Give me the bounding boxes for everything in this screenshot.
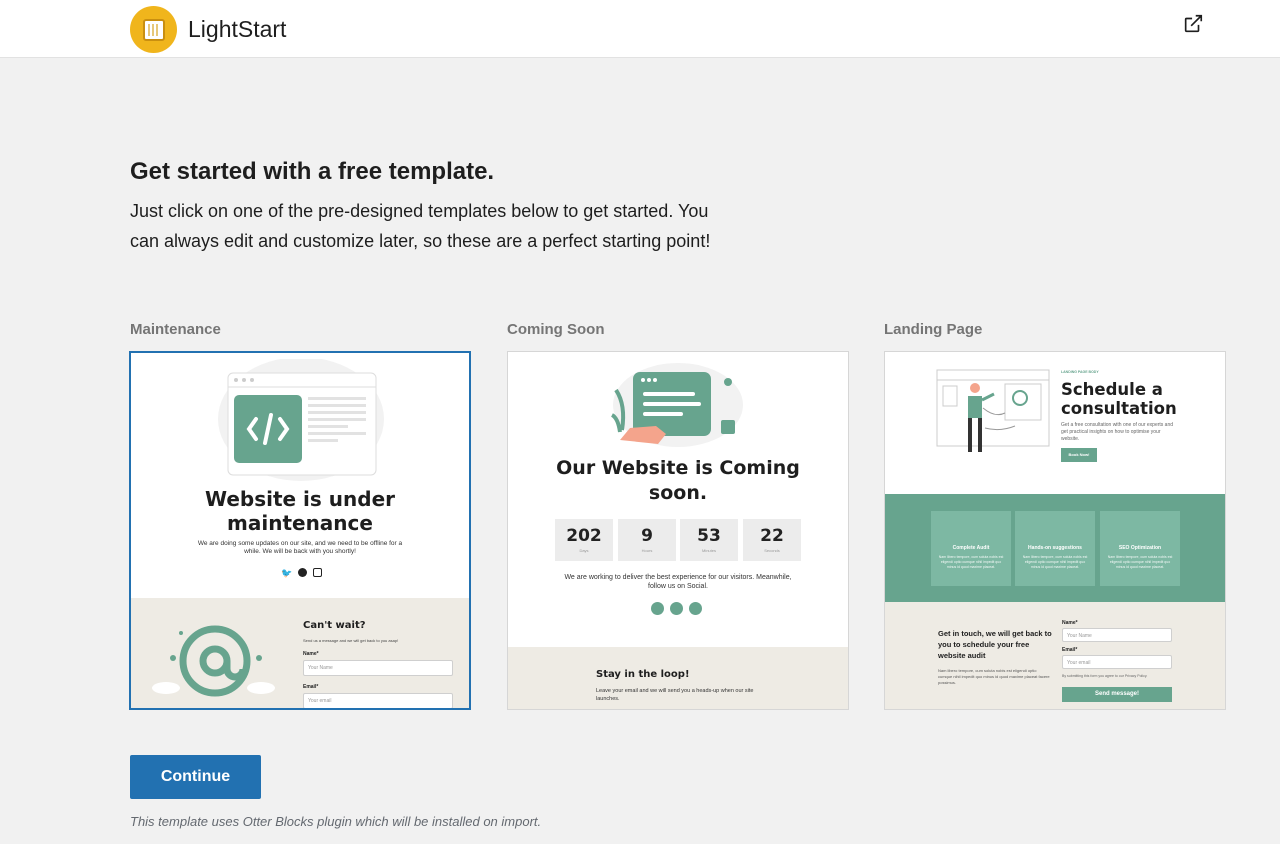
landing-email-label: Email*: [1062, 647, 1078, 653]
landing-consent-text: By submitting this form you agree to our…: [1062, 674, 1148, 678]
instagram-icon: [689, 602, 702, 615]
email-field: Your email: [303, 693, 453, 708]
maintenance-illustration: [218, 359, 384, 481]
social-icons: 🐦: [281, 568, 323, 579]
landing-name-label: Name*: [1062, 620, 1078, 626]
countdown-hours: 9 Hours: [618, 519, 676, 561]
email-label: Email*: [303, 684, 319, 690]
facebook-icon: [298, 568, 308, 577]
landing-contact-section: Get in touch, we will get back to you to…: [885, 602, 1225, 709]
landing-features-section: Complete Audit Nam libero tempore, cum so…: [885, 494, 1225, 602]
landing-contact-text: Nam libero tempore, cum soluta nobis est…: [938, 668, 1050, 685]
name-label: Name*: [303, 651, 319, 657]
social-icons: [651, 602, 702, 615]
template-label-landing-page: Landing Page: [884, 321, 983, 338]
landing-preview-heading: Schedule a consultation: [1061, 380, 1177, 418]
coming-soon-illustration: [610, 363, 743, 447]
feature-card-suggestions: Hands-on suggestions Nam libero tempore, …: [1015, 511, 1095, 586]
at-sign-icon: [152, 625, 275, 697]
template-card-coming-soon[interactable]: Our Website is Coming soon. 202 Days 9 Hou…: [507, 351, 849, 710]
coming-soon-preview-text: We are working to deliver the best exper…: [564, 574, 792, 590]
page-description: Just click on one of the pre-designed te…: [130, 201, 711, 251]
continue-button[interactable]: Continue: [130, 755, 261, 799]
landing-email-field: Your email: [1062, 655, 1172, 669]
coming-soon-footer: Stay in the loop! Leave your email and w…: [508, 647, 848, 709]
landing-name-field: Your Name: [1062, 628, 1172, 642]
countdown-seconds: 22 Seconds: [743, 519, 801, 561]
template-card-landing-page[interactable]: LANDING PAGE BODY Schedule a consultatio…: [884, 351, 1226, 710]
instagram-icon: [313, 568, 323, 577]
lightstart-logo-icon: [130, 6, 177, 53]
countdown-days: 202 Days: [555, 519, 613, 561]
maintenance-preview-heading: Website is under maintenance: [204, 487, 396, 535]
name-field: Your Name: [303, 660, 453, 676]
landing-preview-text: Get a free consultation with one of our …: [1061, 422, 1174, 442]
maintenance-preview-text: We are doing some updates on our site, a…: [197, 540, 403, 555]
twitter-icon: 🐦: [281, 568, 293, 578]
coming-soon-preview-heading: Our Website is Coming soon.: [556, 457, 800, 504]
facebook-icon: [670, 602, 683, 615]
brand-name: LightStart: [188, 16, 287, 42]
feature-card-seo: SEO Optimization Nam libero tempore, cum …: [1100, 511, 1180, 586]
maintenance-contact-section: Can't wait? Send us a message and we wil…: [131, 598, 469, 708]
coming-soon-footer-heading: Stay in the loop!: [596, 669, 690, 680]
plugin-note: This template uses Otter Blocks plugin w…: [130, 814, 542, 829]
twitter-icon: [651, 602, 664, 615]
external-link-icon[interactable]: [1182, 13, 1204, 35]
maintenance-form-text: Send us a message and we will get back t…: [303, 638, 399, 643]
page-title: Get started with a free template.: [130, 158, 495, 185]
landing-kicker: LANDING PAGE BODY: [1061, 370, 1099, 374]
countdown-minutes: 53 Minutes: [680, 519, 738, 561]
maintenance-form-heading: Can't wait?: [303, 620, 366, 631]
landing-book-button: Book Now!: [1061, 448, 1097, 462]
template-label-maintenance: Maintenance: [130, 321, 221, 338]
landing-submit-button: Send message!: [1062, 687, 1172, 702]
feature-card-audit: Complete Audit Nam libero tempore, cum so…: [931, 511, 1011, 586]
top-bar: LightStart: [0, 0, 1280, 58]
template-card-maintenance[interactable]: Website is under maintenance We are doin…: [129, 351, 471, 710]
coming-soon-footer-text: Leave your email and we will send you a …: [596, 688, 754, 702]
template-label-coming-soon: Coming Soon: [507, 321, 605, 338]
landing-illustration: [936, 369, 1050, 452]
landing-contact-heading: Get in touch, we will get back to you to…: [938, 629, 1052, 660]
